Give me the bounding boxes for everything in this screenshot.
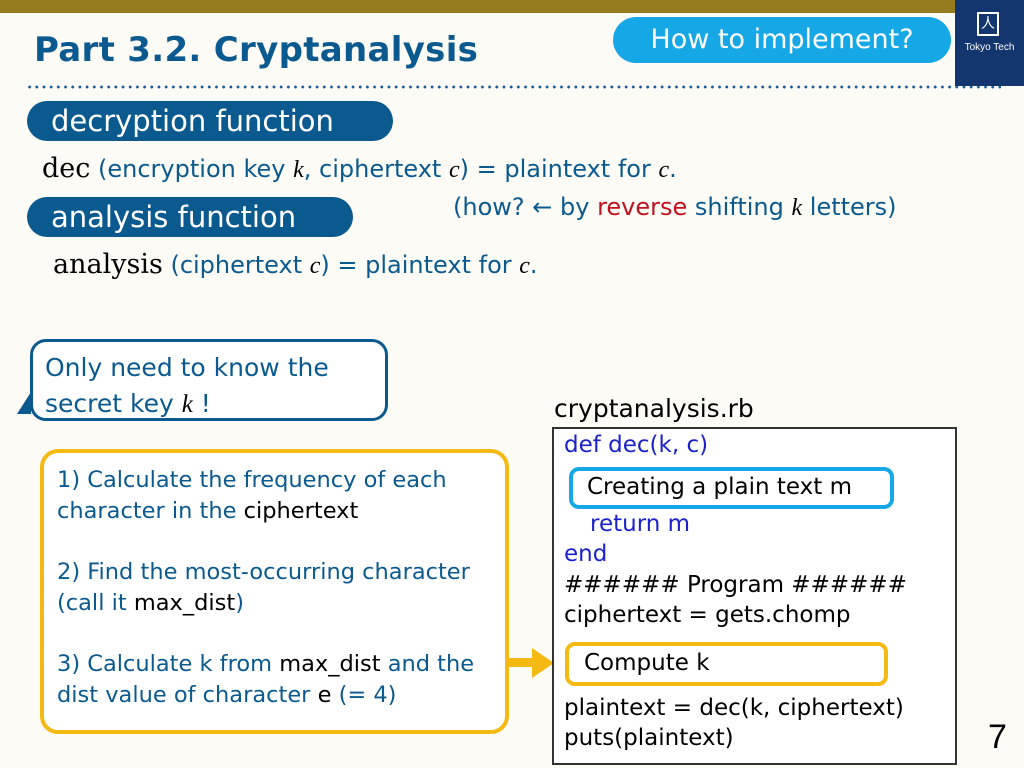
code-line: Compute k — [584, 650, 710, 676]
dec-args-mid: , ciphertext — [303, 155, 449, 183]
analysis-end: . — [529, 251, 538, 279]
dec-definition: dec (encryption key k, ciphertext c) = p… — [42, 153, 677, 184]
how-mid: shifting — [687, 193, 792, 221]
code-line: puts(plaintext) — [564, 725, 734, 751]
step-2-text: 2) Find the most-occurring character (ca… — [57, 559, 470, 616]
secret-key-callout: Only need to know the secret key k ! — [30, 339, 388, 421]
how-to-implement-button[interactable]: How to implement? — [613, 17, 951, 63]
code-line: plaintext = dec(k, ciphertext) — [564, 695, 904, 721]
var-c: c — [309, 253, 321, 279]
step-3: 3) Calculate k from max_dist and the dis… — [57, 649, 492, 711]
how-note: (how? ← by reverse shifting k letters) — [453, 193, 897, 222]
logo-text: Tokyo Tech — [964, 42, 1015, 53]
dec-fn-name: dec — [42, 153, 91, 184]
step-2-term: max_dist — [133, 590, 236, 616]
code-line: end — [564, 541, 608, 567]
step-2: 2) Find the most-occurring character (ca… — [57, 557, 492, 619]
create-plaintext-placeholder: Creating a plain text m — [569, 467, 894, 509]
how-pre: (how? ← by — [453, 193, 598, 221]
how-reverse: reverse — [597, 193, 688, 221]
decryption-function-pill: decryption function — [27, 101, 393, 141]
code-box: def dec(k, c) Creating a plain text m re… — [552, 427, 957, 765]
code-line: def dec(k, c) — [564, 432, 709, 458]
step-2-post: ) — [235, 590, 244, 616]
analysis-function-pill: analysis function — [27, 197, 353, 237]
dec-end: . — [669, 155, 677, 183]
callout-line-2-post: ! — [192, 389, 211, 418]
swallow-emblem-icon: ⼈ — [977, 12, 999, 36]
var-c: c — [519, 253, 530, 279]
steps-box: 1) Calculate the frequency of each chara… — [40, 449, 509, 734]
page-title: Part 3.2. Cryptanalysis — [34, 30, 479, 70]
var-c: c — [658, 157, 670, 183]
step-1: 1) Calculate the frequency of each chara… — [57, 465, 492, 527]
top-bar — [0, 0, 1024, 13]
callout-tail-icon — [17, 392, 31, 414]
analysis-fn-name: analysis — [53, 249, 163, 280]
page-number: 7 — [988, 718, 1007, 756]
code-line: ciphertext = gets.chomp — [564, 602, 851, 628]
arrow-right-icon — [532, 648, 554, 678]
var-k: k — [791, 195, 803, 221]
arrow-connector — [509, 658, 534, 667]
var-k: k — [181, 391, 193, 418]
callout-line-2-pre: secret key — [45, 389, 182, 418]
var-k: k — [293, 157, 304, 183]
step-3-term-2: e — [317, 682, 332, 708]
analysis-args-post: ) = plaintext for — [320, 251, 520, 279]
callout-line-2: secret key k ! — [45, 386, 373, 423]
var-c: c — [448, 157, 460, 183]
code-line: return m — [590, 511, 691, 537]
how-post: letters) — [802, 193, 897, 221]
step-3-post: (= 4) — [331, 682, 397, 708]
title-divider — [26, 85, 1001, 89]
step-3-text: 3) Calculate k from — [57, 651, 280, 677]
tokyo-tech-logo: ⼈ Tokyo Tech — [955, 0, 1024, 86]
analysis-definition: analysis (ciphertext c) = plaintext for … — [53, 249, 538, 280]
analysis-args-pre: (ciphertext — [162, 251, 310, 279]
step-1-term: ciphertext — [243, 498, 359, 524]
callout-line-1: Only need to know the — [45, 353, 329, 382]
dec-args-pre: (encryption key — [90, 155, 294, 183]
code-line: Creating a plain text m — [587, 474, 853, 500]
compute-k-placeholder: Compute k — [565, 642, 888, 686]
step-3-term-1: max_dist — [279, 651, 381, 677]
code-filename: cryptanalysis.rb — [554, 394, 754, 423]
dec-args-post: ) = plaintext for — [459, 155, 659, 183]
code-line: ###### Program ###### — [564, 572, 907, 598]
